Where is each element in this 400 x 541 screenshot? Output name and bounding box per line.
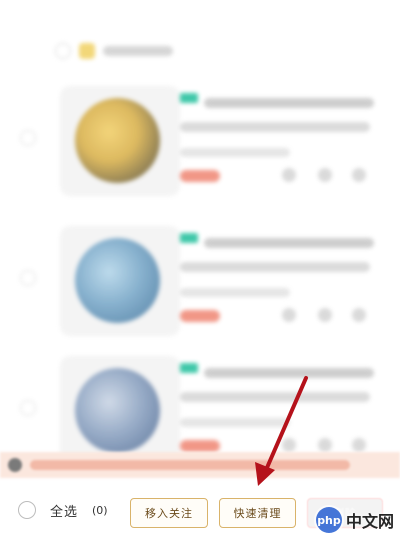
item-action-icon[interactable] <box>318 308 332 322</box>
item-action-icon[interactable] <box>318 168 332 182</box>
item-title <box>204 98 374 108</box>
item-tag <box>180 363 198 373</box>
item-action-icon[interactable] <box>282 168 296 182</box>
selected-count: (0) <box>92 503 108 517</box>
item-subtitle <box>180 122 370 132</box>
item-info <box>180 363 380 427</box>
move-to-favorites-label: 移入关注 <box>145 507 193 520</box>
item-tag <box>180 93 198 103</box>
item-action-icon[interactable] <box>318 438 332 452</box>
item-checkbox[interactable] <box>20 130 36 146</box>
item-action-icon[interactable] <box>282 308 296 322</box>
coin-image <box>75 98 160 183</box>
item-spec <box>180 418 290 427</box>
item-subtitle <box>180 262 370 272</box>
store-name <box>103 46 173 56</box>
notice-icon <box>8 458 22 472</box>
php-logo: php <box>315 507 342 533</box>
item-tag <box>180 233 198 243</box>
quick-clean-label: 快速清理 <box>233 507 282 520</box>
select-all[interactable]: 全选 (0) <box>18 497 108 523</box>
item-title <box>204 238 374 248</box>
item-action-icon[interactable] <box>352 438 366 452</box>
item-price <box>180 440 220 452</box>
item-spec <box>180 288 290 297</box>
quick-clean-button[interactable]: 快速清理 <box>219 498 296 528</box>
item-title <box>204 368 374 378</box>
item-info <box>180 93 380 157</box>
cart-item[interactable] <box>20 78 380 208</box>
item-spec <box>180 148 290 157</box>
item-info <box>180 233 380 297</box>
store-header <box>55 40 173 62</box>
notice-text <box>30 460 350 470</box>
move-to-favorites-button[interactable]: 移入关注 <box>130 498 208 528</box>
item-action-icon[interactable] <box>352 168 366 182</box>
item-action-icon[interactable] <box>282 438 296 452</box>
coin-image <box>75 368 160 453</box>
watermark-text: 中文网 <box>345 512 394 531</box>
cart-item[interactable] <box>20 218 380 348</box>
item-subtitle <box>180 392 370 402</box>
watermark: php 中文网 <box>315 507 394 533</box>
coin-image <box>75 238 160 323</box>
notice-bar <box>0 452 400 478</box>
item-checkbox[interactable] <box>20 270 36 286</box>
select-all-label: 全选 <box>50 504 79 520</box>
item-price <box>180 170 220 182</box>
item-checkbox[interactable] <box>20 400 36 416</box>
store-icon <box>79 43 95 59</box>
item-action-icon[interactable] <box>352 308 366 322</box>
item-price <box>180 310 220 322</box>
select-all-radio[interactable] <box>18 501 36 519</box>
cart-list <box>0 0 400 470</box>
store-checkbox[interactable] <box>55 43 71 59</box>
